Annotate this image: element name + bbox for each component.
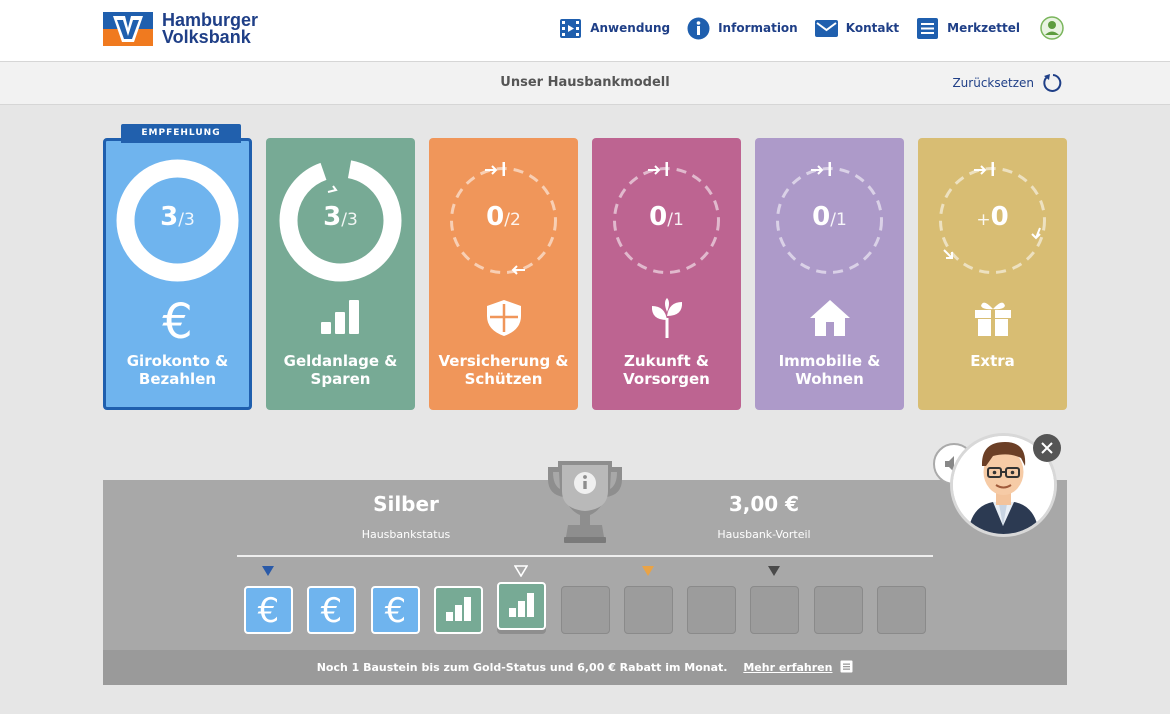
nav-information-label: Information <box>718 21 798 35</box>
card-geldanlage[interactable]: 3/3 Geldanlage & Sparen <box>266 138 415 410</box>
product-cards: EMPFEHLUNG 3/3 € Girokonto & Bezahlen 3/3… <box>103 124 1067 410</box>
status-note-text: Noch 1 Baustein bis zum Gold-Status und … <box>316 661 728 674</box>
savings-block[interactable] <box>497 582 547 630</box>
card-count: 0/2 <box>486 202 521 232</box>
nav-anwendung-label: Anwendung <box>590 21 671 35</box>
top-nav: Anwendung Information Kontakt Merkzettel <box>542 16 1064 40</box>
card-immobilie[interactable]: 0/1 Immobilie & Wohnen <box>755 138 904 410</box>
status-advantage-value: 3,00 € <box>728 492 800 516</box>
recommendation-badge: EMPFEHLUNG <box>121 124 241 143</box>
nav-kontakt[interactable]: Kontakt <box>814 17 900 40</box>
card-zukunft[interactable]: 0/1 Zukunft & Vorsorgen <box>592 138 741 410</box>
reset-button[interactable]: Zurücksetzen <box>952 72 1064 94</box>
house-icon <box>755 298 904 342</box>
film-icon <box>559 17 582 40</box>
status-advantage: 3,00 € Hausbank-Vorteil <box>689 492 839 541</box>
empty-block-slot <box>623 586 673 634</box>
bar-chart-icon <box>266 298 415 338</box>
card-count: 3/3 <box>323 202 358 232</box>
level-marker-icon <box>262 566 274 576</box>
euro-block[interactable]: € <box>244 586 293 634</box>
gift-icon <box>918 298 1067 342</box>
svg-text:€: € <box>258 591 280 631</box>
status-level-label: Hausbankstatus <box>361 528 451 541</box>
bank-logo[interactable]: Hamburger Volksbank <box>103 11 258 47</box>
level-marker-icon <box>641 566 654 576</box>
euro-block[interactable]: € <box>370 586 420 634</box>
card-count: 0/1 <box>649 202 684 232</box>
empty-block-slot <box>877 586 926 634</box>
trophy-info-icon[interactable] <box>546 455 624 545</box>
plant-icon <box>592 298 741 342</box>
card-name: Extra <box>970 352 1015 370</box>
user-avatar-icon[interactable] <box>1040 16 1064 40</box>
card-name: Geldanlage & Sparen <box>283 352 398 388</box>
status-divider <box>237 555 933 557</box>
euro-icon: € <box>162 294 193 350</box>
status-advantage-label: Hausbank-Vorteil <box>717 528 811 541</box>
level-marker-icon <box>768 566 781 576</box>
card-name: Girokonto & Bezahlen <box>126 352 229 388</box>
document-icon[interactable] <box>840 660 853 673</box>
euro-block[interactable]: € <box>307 586 357 634</box>
empty-block-slot <box>813 586 863 634</box>
status-level: Silber Hausbankstatus <box>331 492 481 541</box>
empty-block-slot <box>750 586 800 634</box>
shield-icon <box>429 298 578 342</box>
card-count: 3/3 <box>160 202 195 232</box>
level-marker-icon <box>514 565 529 577</box>
close-icon <box>1041 442 1053 454</box>
card-count: +0 <box>976 202 1009 232</box>
nav-information[interactable]: Information <box>687 17 798 40</box>
volksbank-logo-icon <box>103 12 153 46</box>
list-icon <box>916 17 939 40</box>
envelope-icon <box>814 17 838 40</box>
card-name: Immobilie & Wohnen <box>778 352 881 388</box>
card-name: Versicherung & Schützen <box>438 352 569 388</box>
svg-text:€: € <box>384 591 406 631</box>
card-versicherung[interactable]: 0/2 Versicherung & Schützen <box>429 138 578 410</box>
nav-kontakt-label: Kontakt <box>845 21 900 35</box>
nav-anwendung[interactable]: Anwendung <box>559 17 670 40</box>
app-header: Hamburger Volksbank Anwendung Informatio… <box>0 0 1170 62</box>
nav-merkzettel-label: Merkzettel <box>947 21 1020 35</box>
info-icon <box>687 17 710 40</box>
empty-block-slot <box>560 586 610 634</box>
status-note: Noch 1 Baustein bis zum Gold-Status und … <box>103 660 1067 674</box>
empty-block-slot <box>687 586 737 634</box>
logo-line2: Volksbank <box>162 27 251 47</box>
card-extra[interactable]: +0 Extra <box>918 138 1067 410</box>
card-name: Zukunft & Vorsorgen <box>623 352 710 388</box>
card-girokonto[interactable]: EMPFEHLUNG 3/3 € Girokonto & Bezahlen <box>103 124 252 410</box>
status-panel: Silber Hausbankstatus 3,00 € Hausbank-Vo… <box>103 461 1067 685</box>
reset-icon <box>1043 74 1062 92</box>
card-count: 0/1 <box>812 202 847 232</box>
nav-merkzettel[interactable]: Merkzettel <box>916 17 1020 40</box>
more-info-link[interactable]: Mehr erfahren <box>743 661 832 674</box>
svg-text:€: € <box>321 591 343 631</box>
status-level-value: Silber <box>373 492 439 516</box>
savings-block[interactable] <box>433 586 483 634</box>
close-advisor-button[interactable] <box>1033 434 1061 462</box>
sub-header: Unser Hausbankmodell Zurücksetzen <box>0 62 1170 105</box>
reset-label: Zurücksetzen <box>952 76 1034 90</box>
